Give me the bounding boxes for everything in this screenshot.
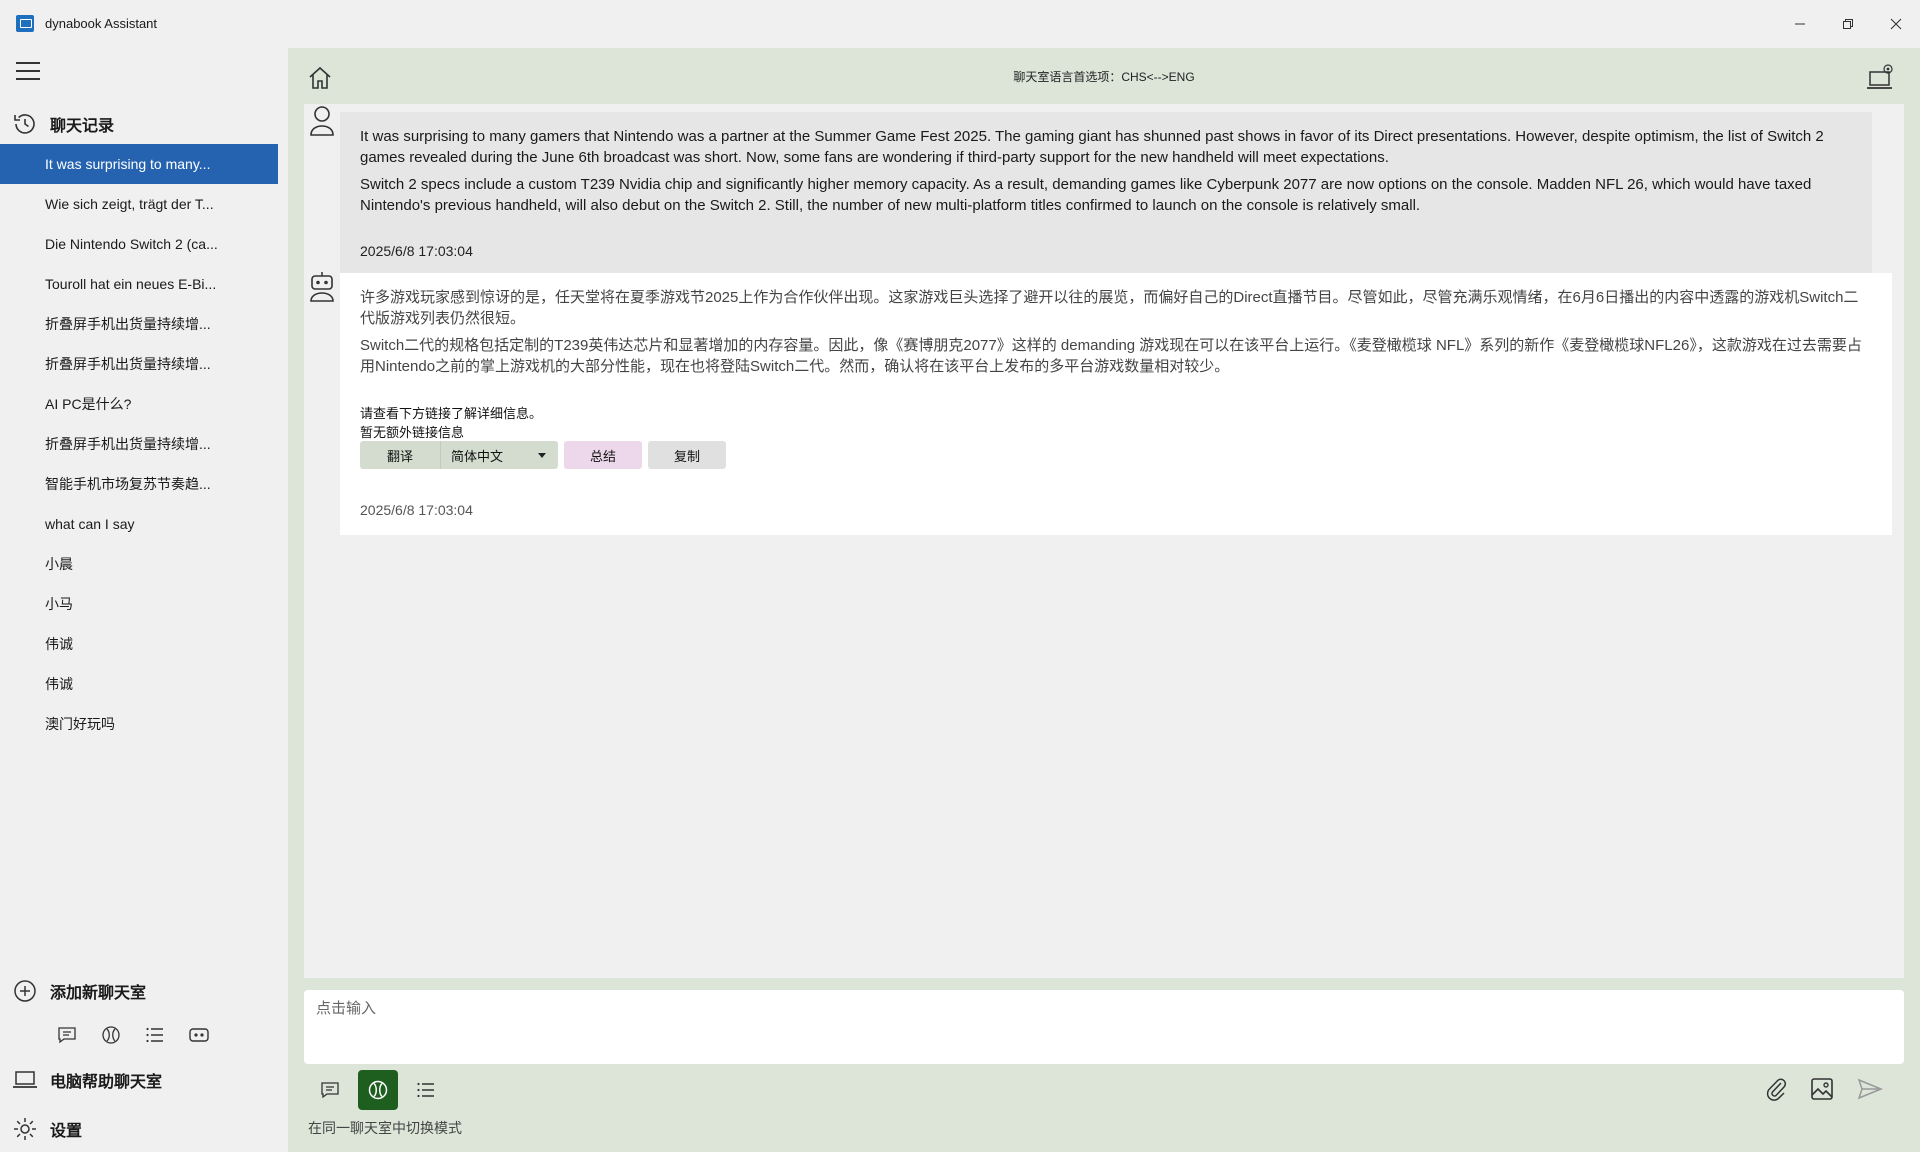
- history-header: 聊天记录: [12, 108, 114, 140]
- main-panel: 聊天室语言首选项：CHS<-->ENG It was surprising to…: [288, 48, 1920, 1152]
- bot-avatar-icon: [308, 270, 336, 304]
- copy-button[interactable]: 复制: [648, 441, 726, 469]
- send-button[interactable]: [1856, 1076, 1884, 1102]
- history-item[interactable]: 伟诚: [0, 624, 278, 664]
- message-paragraph: 许多游戏玩家感到惊讶的是，任天堂将在夏季游戏节2025上作为合作伙伴出现。这家游…: [360, 289, 1859, 327]
- minimize-icon: [1795, 23, 1805, 25]
- settings-button[interactable]: 设置: [12, 1116, 82, 1142]
- laptop-icon: [13, 1071, 37, 1088]
- history-item[interactable]: Die Nintendo Switch 2 (ca...: [0, 224, 278, 264]
- history-label: 聊天记录: [50, 118, 115, 135]
- globe-icon: [368, 1080, 388, 1100]
- message-paragraph: Switch二代的规格包括定制的T239英伟达芯片和显著增加的内存容量。因此，像…: [360, 337, 1862, 375]
- history-item[interactable]: It was surprising to many...: [0, 144, 278, 184]
- user-avatar-icon: [308, 104, 336, 138]
- language-select[interactable]: 简体中文: [440, 441, 558, 469]
- pc-assistant-icon[interactable]: [1866, 62, 1896, 92]
- history-item[interactable]: what can I say: [0, 504, 278, 544]
- history-list: It was surprising to many... Wie sich ze…: [0, 144, 278, 744]
- globe-mode-icon[interactable]: [100, 1024, 122, 1046]
- history-item[interactable]: 小晨: [0, 544, 278, 584]
- close-icon: [1890, 18, 1902, 30]
- robot-mode-icon[interactable]: [188, 1024, 210, 1046]
- add-circle-icon: [14, 980, 36, 1002]
- add-room-button[interactable]: 添加新聊天室: [12, 978, 146, 1004]
- image-button[interactable]: [1810, 1076, 1834, 1102]
- history-item[interactable]: Touroll hat ein neues E-Bi...: [0, 264, 278, 304]
- paperclip-icon: [1766, 1078, 1787, 1101]
- bot-message: 许多游戏玩家感到惊讶的是，任天堂将在夏季游戏节2025上作为合作伙伴出现。这家游…: [340, 273, 1892, 535]
- history-item[interactable]: 伟诚: [0, 664, 278, 704]
- pc-room-label: 电脑帮助聊天室: [50, 1074, 163, 1091]
- summary-button[interactable]: 总结: [564, 441, 642, 469]
- message-time: 2025/6/8 17:03:04: [360, 502, 473, 518]
- language-select-value: 简体中文: [451, 448, 504, 464]
- mode-switcher: [310, 1070, 446, 1110]
- pc-help-room-button[interactable]: 电脑帮助聊天室: [12, 1068, 162, 1092]
- translate-button[interactable]: 翻译: [360, 441, 440, 469]
- send-icon: [1857, 1078, 1883, 1100]
- image-icon: [1811, 1078, 1833, 1100]
- chat-icon: [321, 1082, 339, 1099]
- chat-area: It was surprising to many gamers that Ni…: [304, 104, 1904, 978]
- app-icon: [16, 15, 34, 32]
- history-item[interactable]: 智能手机市场复苏节奏趋...: [0, 464, 278, 504]
- mode-hint: 在同一聊天室中切换模式: [308, 1120, 462, 1136]
- list-icon: [417, 1082, 434, 1098]
- input-tools: [1764, 1076, 1884, 1102]
- message-input[interactable]: [316, 1000, 1892, 1017]
- history-item[interactable]: 小马: [0, 584, 278, 624]
- restore-button[interactable]: [1824, 0, 1872, 48]
- sidebar: 聊天记录 It was surprising to many... Wie si…: [0, 48, 288, 1152]
- language-preference: 聊天室语言首选项：CHS<-->ENG: [1013, 70, 1195, 84]
- history-item[interactable]: 折叠屏手机出货量持续增...: [0, 344, 278, 384]
- message-time: 2025/6/8 17:03:04: [360, 243, 473, 259]
- restore-icon: [1843, 19, 1853, 29]
- settings-label: 设置: [50, 1123, 83, 1140]
- history-item[interactable]: 折叠屏手机出货量持续增...: [0, 424, 278, 464]
- history-item[interactable]: AI PC是什么?: [0, 384, 278, 424]
- gear-icon: [14, 1118, 36, 1140]
- no-links-text: 暂无额外链接信息: [360, 425, 465, 440]
- see-below-text: 请查看下方链接了解详细信息。: [360, 406, 543, 421]
- list-mode-icon[interactable]: [144, 1024, 166, 1046]
- globe-mode-button[interactable]: [358, 1070, 398, 1110]
- message-actions: 翻译 简体中文 总结 复制: [360, 441, 726, 469]
- history-item[interactable]: 澳门好玩吗: [0, 704, 278, 744]
- message-input-box[interactable]: [304, 990, 1904, 1064]
- user-message: It was surprising to many gamers that Ni…: [340, 112, 1872, 276]
- list-mode-button[interactable]: [406, 1070, 446, 1110]
- chat-mode-button[interactable]: [310, 1070, 350, 1110]
- minimize-button[interactable]: [1776, 0, 1824, 48]
- app-title: dynabook Assistant: [45, 16, 158, 31]
- message-paragraph: It was surprising to many gamers that Ni…: [360, 128, 1824, 166]
- add-room-label: 添加新聊天室: [50, 985, 147, 1002]
- menu-icon[interactable]: [16, 62, 40, 80]
- title-bar: dynabook Assistant: [0, 0, 1920, 48]
- history-item[interactable]: 折叠屏手机出货量持续增...: [0, 304, 278, 344]
- dropdown-arrow-icon: [538, 453, 546, 458]
- history-icon: [14, 114, 35, 134]
- chat-mode-icon[interactable]: [56, 1024, 78, 1046]
- message-paragraph: Switch 2 specs include a custom T239 Nvi…: [360, 176, 1812, 214]
- history-item[interactable]: Wie sich zeigt, trägt der T...: [0, 184, 278, 224]
- sidebar-mode-icons: [56, 1024, 210, 1046]
- close-button[interactable]: [1872, 0, 1920, 48]
- attach-button[interactable]: [1764, 1076, 1788, 1102]
